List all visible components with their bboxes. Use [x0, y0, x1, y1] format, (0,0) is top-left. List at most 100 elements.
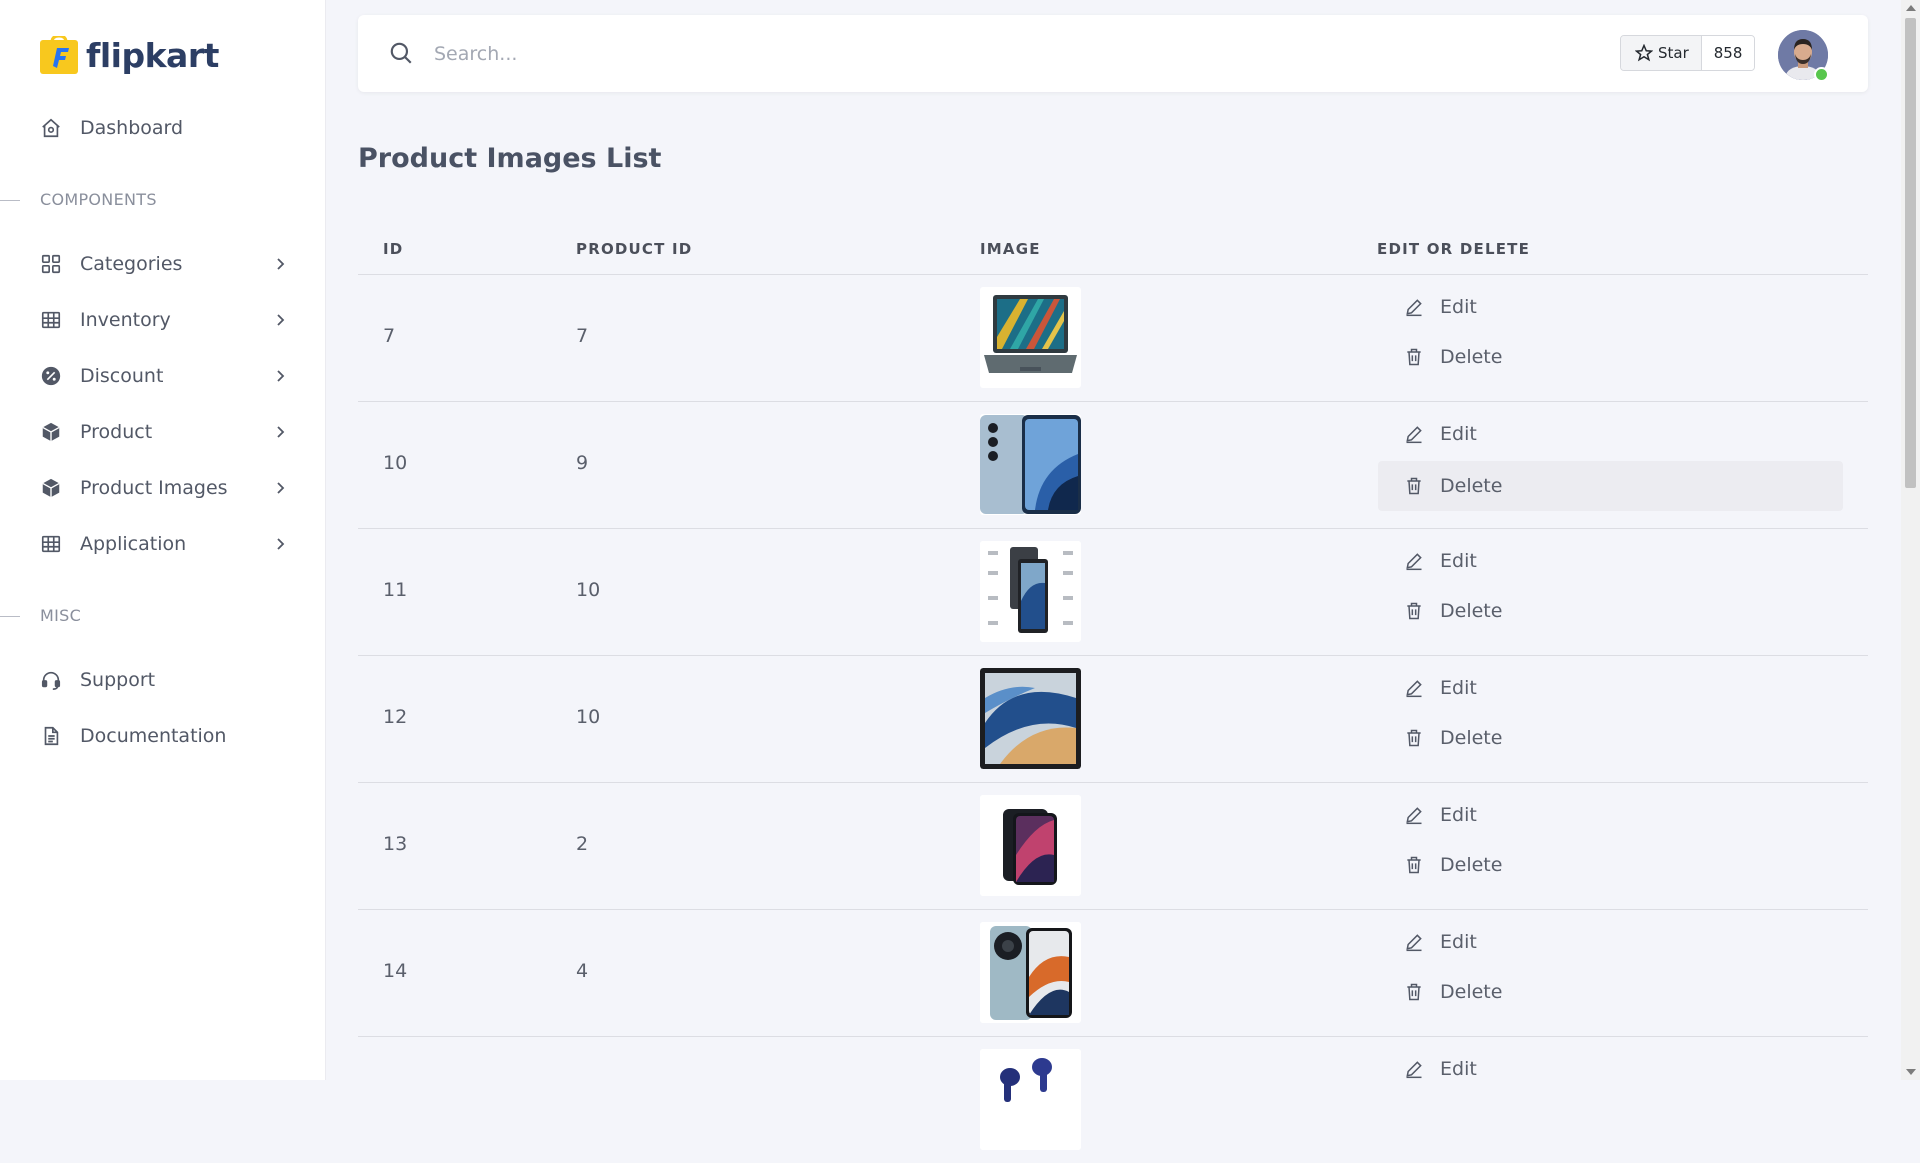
product-image-earbuds[interactable]	[980, 1049, 1081, 1150]
section-label-components: COMPONENTS	[40, 190, 157, 209]
search-input[interactable]	[432, 37, 1336, 71]
cell-id: 13	[383, 833, 408, 855]
trash-icon	[1407, 477, 1421, 495]
column-header-id: ID	[383, 240, 404, 258]
sidebar: flipkart Dashboard COMPONENTS Categories…	[0, 0, 326, 1080]
cell-id: 12	[383, 706, 408, 728]
sidebar-item-label: Documentation	[80, 725, 227, 747]
pencil-icon	[1406, 299, 1422, 317]
home-icon	[40, 117, 62, 139]
sidebar-item-product-images[interactable]: Product Images	[40, 468, 290, 508]
cell-id: 14	[383, 960, 408, 982]
sidebar-item-support[interactable]: Support	[40, 660, 290, 700]
pencil-icon	[1406, 1061, 1422, 1079]
sidebar-item-discount[interactable]: Discount	[40, 356, 290, 396]
edit-button[interactable]: Edit	[1378, 923, 1843, 961]
brand-name: flipkart	[86, 35, 219, 75]
package-icon	[40, 421, 62, 443]
table-row: 12 10 Edit Delete	[358, 656, 1868, 783]
table-header: ID PRODUCT ID IMAGE EDIT OR DELETE	[358, 230, 1868, 275]
star-button[interactable]: Star	[1621, 36, 1702, 70]
github-star-widget: Star 858	[1620, 35, 1756, 71]
sidebar-item-dashboard[interactable]: Dashboard	[40, 108, 290, 148]
scrollbar-thumb[interactable]	[1905, 18, 1916, 488]
table-icon	[40, 309, 62, 331]
page-title: Product Images List	[358, 143, 662, 174]
product-image-laptop[interactable]	[980, 287, 1081, 388]
sidebar-item-label: Discount	[80, 365, 164, 387]
cell-product-id: 2	[576, 833, 589, 855]
edit-button[interactable]: Edit	[1378, 796, 1843, 834]
pencil-icon	[1406, 680, 1422, 698]
pencil-icon	[1406, 426, 1422, 444]
sidebar-item-application[interactable]: Application	[40, 524, 290, 564]
product-images-table: ID PRODUCT ID IMAGE EDIT OR DELETE 7 7 E…	[358, 230, 1868, 1163]
online-status-dot	[1814, 67, 1829, 82]
chevron-right-icon	[277, 314, 285, 326]
cell-product-id: 4	[576, 960, 589, 982]
delete-label: Delete	[1440, 475, 1503, 497]
product-image-iphone[interactable]	[980, 795, 1081, 896]
delete-button[interactable]: Delete	[1378, 338, 1843, 376]
edit-label: Edit	[1440, 677, 1477, 699]
document-icon	[40, 725, 62, 747]
product-image-smartphone-camera[interactable]	[980, 922, 1081, 1023]
section-divider	[0, 616, 20, 617]
edit-button[interactable]: Edit	[1378, 1050, 1843, 1088]
chevron-right-icon	[277, 370, 285, 382]
sidebar-item-label: Inventory	[80, 309, 171, 331]
delete-label: Delete	[1440, 727, 1503, 749]
edit-button[interactable]: Edit	[1378, 415, 1843, 453]
table-row: 14 4 Edit Delete	[358, 910, 1868, 1037]
pencil-icon	[1406, 553, 1422, 571]
cell-product-id: 10	[576, 579, 601, 601]
delete-button[interactable]: Delete	[1378, 592, 1843, 630]
sidebar-item-label: Dashboard	[80, 117, 184, 139]
scroll-up-arrow-icon[interactable]	[1906, 5, 1916, 11]
section-divider	[0, 200, 20, 201]
cell-id: 7	[383, 325, 396, 347]
sidebar-item-categories[interactable]: Categories	[40, 244, 290, 284]
edit-label: Edit	[1440, 550, 1477, 572]
sidebar-item-product[interactable]: Product	[40, 412, 290, 452]
delete-button[interactable]: Delete	[1378, 973, 1843, 1011]
edit-button[interactable]: Edit	[1378, 288, 1843, 326]
pencil-icon	[1406, 807, 1422, 825]
delete-button[interactable]: Delete	[1378, 461, 1843, 511]
product-image-tablet[interactable]	[980, 668, 1081, 769]
scroll-down-arrow-icon[interactable]	[1906, 1069, 1916, 1075]
sidebar-item-label: Application	[80, 533, 187, 555]
column-header-edit-delete: EDIT OR DELETE	[1377, 240, 1531, 258]
product-image-smartphone[interactable]	[980, 414, 1081, 515]
edit-button[interactable]: Edit	[1378, 542, 1843, 580]
trash-icon	[1407, 856, 1421, 874]
table-row: 11 10 Edit Delete	[358, 529, 1868, 656]
sidebar-item-label: Categories	[80, 253, 183, 275]
trash-icon	[1407, 602, 1421, 620]
sidebar-item-label: Support	[80, 669, 156, 691]
star-count[interactable]: 858	[1701, 36, 1755, 70]
table-row: 13 2 Edit Delete	[358, 783, 1868, 910]
cell-product-id: 7	[576, 325, 589, 347]
cell-id: 11	[383, 579, 408, 601]
chevron-right-icon	[277, 482, 285, 494]
edit-label: Edit	[1440, 804, 1477, 826]
delete-button[interactable]: Delete	[1378, 846, 1843, 884]
cell-id: 10	[383, 452, 408, 474]
discount-badge-icon	[40, 365, 62, 387]
delete-button[interactable]: Delete	[1378, 719, 1843, 757]
edit-button[interactable]: Edit	[1378, 669, 1843, 707]
page-scrollbar[interactable]	[1901, 0, 1920, 1080]
sidebar-item-documentation[interactable]: Documentation	[40, 716, 290, 756]
delete-label: Delete	[1440, 346, 1503, 368]
star-icon	[1635, 44, 1653, 62]
product-image-tablet-set[interactable]	[980, 541, 1081, 642]
edit-label: Edit	[1440, 423, 1477, 445]
cell-product-id: 9	[576, 452, 589, 474]
brand-logo[interactable]: flipkart	[40, 35, 219, 75]
trash-icon	[1407, 729, 1421, 747]
top-navbar: Star 858	[358, 15, 1868, 92]
sidebar-item-inventory[interactable]: Inventory	[40, 300, 290, 340]
chevron-right-icon	[277, 426, 285, 438]
table-row: Edit	[358, 1037, 1868, 1163]
